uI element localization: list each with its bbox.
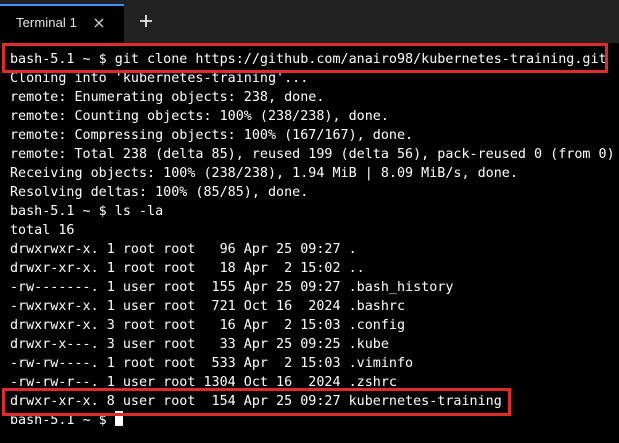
tab-terminal-1[interactable]: Terminal 1 bbox=[0, 4, 124, 43]
terminal-line: remote: Compressing objects: 100% (167/1… bbox=[10, 128, 414, 143]
close-icon[interactable] bbox=[90, 14, 108, 32]
highlight-box bbox=[2, 43, 608, 73]
terminal-line: -rw-------. 1 user root 155 Apr 25 09:27… bbox=[10, 280, 454, 295]
terminal-output[interactable]: bash-5.1 ~ $ git clone https://github.co… bbox=[0, 43, 619, 443]
terminal-line: remote: Counting objects: 100% (238/238)… bbox=[10, 109, 389, 124]
tab-bar: Terminal 1 bbox=[0, 0, 619, 43]
terminal-line: Resolving deltas: 100% (85/85), done. bbox=[10, 185, 309, 200]
terminal-line: bash-5.1 ~ $ ls -la bbox=[10, 204, 164, 219]
terminal-line: drwxr-x---. 3 user root 33 Apr 25 09:25 … bbox=[10, 337, 389, 352]
terminal-line: -rw-rw----. 1 root root 533 Apr 2 15:03 … bbox=[10, 356, 414, 371]
highlight-box bbox=[2, 388, 511, 416]
terminal-line: remote: Total 238 (delta 85), reused 199… bbox=[10, 147, 615, 162]
tab-label: Terminal 1 bbox=[16, 15, 77, 30]
terminal-line: total 16 bbox=[10, 223, 75, 238]
terminal-line: Receiving objects: 100% (238/238), 1.94 … bbox=[10, 166, 518, 181]
terminal-line: remote: Enumerating objects: 238, done. bbox=[10, 90, 325, 105]
terminal-line: drwxr-xr-x. 1 root root 18 Apr 2 15:02 .… bbox=[10, 261, 365, 276]
terminal-line: drwxrwxr-x. 1 root root 96 Apr 25 09:27 … bbox=[10, 242, 357, 257]
terminal-line: -rwxrwxr-x. 1 user root 721 Oct 16 2024 … bbox=[10, 299, 406, 314]
terminal-line: drwxrwxr-x. 3 root root 16 Apr 2 15:03 .… bbox=[10, 318, 406, 333]
plus-icon[interactable] bbox=[136, 11, 156, 31]
